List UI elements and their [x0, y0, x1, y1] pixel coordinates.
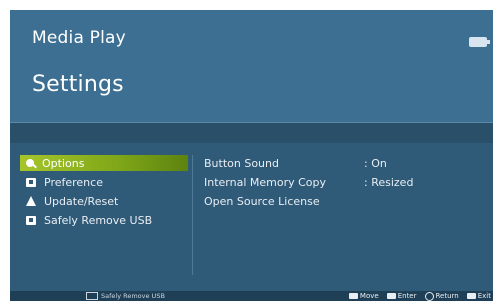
menu-item-label: Safely Remove USB [44, 213, 153, 227]
setting-value: : On [364, 156, 387, 170]
setting-label: Internal Memory Copy [204, 175, 327, 189]
menu-item-preference[interactable]: Preference [20, 174, 188, 190]
hint-label: Exit [477, 292, 491, 300]
exit-icon [466, 293, 476, 299]
hint-return: Return [424, 291, 459, 301]
menu-item-update-reset[interactable]: Update/Reset [20, 193, 188, 209]
hint-enter: Enter [386, 292, 417, 300]
app-title: Media Play [32, 28, 126, 48]
footer-hint-bar: Safely Remove USB Move Enter Return Exit [10, 291, 493, 301]
setting-label: Button Sound [204, 156, 279, 170]
divider-band [10, 123, 493, 143]
setting-label: Open Source License [204, 194, 320, 208]
hint-label: Move [359, 292, 379, 300]
hint-move: Move [348, 292, 379, 300]
enter-icon [386, 293, 396, 299]
menu-item-safely-remove-usb[interactable]: Safely Remove USB [20, 212, 188, 228]
return-icon [424, 291, 434, 301]
hint-label: Enter [397, 292, 417, 300]
tv-screen: Media Play Settings Options Preference U… [10, 10, 493, 301]
menu-item-options[interactable]: Options [20, 155, 188, 171]
menu-item-label: Options [42, 156, 85, 170]
menu-item-label: Update/Reset [44, 194, 119, 208]
settings-menu: Options Preference Update/Reset Safely R… [20, 155, 193, 275]
setting-internal-memory-copy[interactable]: Internal Memory Copy : Resized [204, 174, 484, 190]
usb-device-icon [469, 37, 490, 47]
settings-content: Options Preference Update/Reset Safely R… [10, 143, 493, 291]
page-title: Settings [32, 72, 124, 97]
hint-label: Return [435, 292, 459, 300]
dpad-icon [348, 293, 358, 299]
update-icon [26, 196, 36, 206]
header: Media Play Settings [10, 10, 493, 123]
setting-button-sound[interactable]: Button Sound : On [204, 155, 484, 171]
setting-open-source-license[interactable]: Open Source License [204, 193, 484, 209]
usb-remove-icon [26, 215, 36, 225]
hint-exit: Exit [466, 292, 491, 300]
options-icon [26, 159, 34, 167]
footer-left-label: Safely Remove USB [101, 292, 165, 300]
setting-value: : Resized [364, 175, 414, 189]
key-icon [86, 292, 98, 300]
menu-item-label: Preference [44, 175, 103, 189]
footer-key-hints: Move Enter Return Exit [341, 291, 491, 301]
footer-left-hint: Safely Remove USB [86, 291, 165, 301]
preference-icon [26, 177, 36, 187]
